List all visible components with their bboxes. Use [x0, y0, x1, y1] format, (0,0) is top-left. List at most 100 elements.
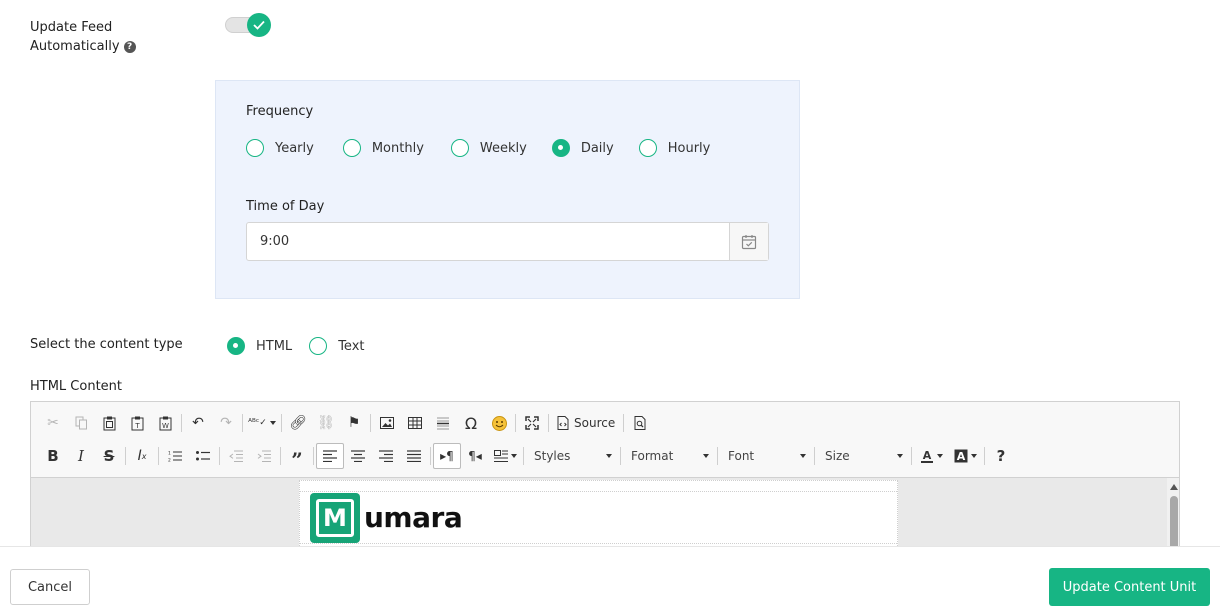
align-right-icon[interactable]	[372, 443, 400, 469]
anchor-flag-icon[interactable]: ⚑	[340, 410, 368, 436]
paste-text-icon[interactable]: T	[123, 410, 151, 436]
cut-icon[interactable]: ✂	[39, 410, 67, 436]
content-type-option-text[interactable]: Text	[309, 337, 364, 355]
auto-update-toggle[interactable]	[225, 13, 271, 37]
remove-format-icon[interactable]: Ix	[128, 443, 156, 469]
strikethrough-icon[interactable]: S	[95, 443, 123, 469]
radio-hourly[interactable]	[638, 139, 657, 157]
special-char-icon[interactable]: Ω	[457, 410, 485, 436]
bold-icon[interactable]: B	[39, 443, 67, 469]
copy-icon[interactable]	[67, 410, 95, 436]
redo-icon[interactable]: ↷	[212, 410, 240, 436]
horizontal-line-icon[interactable]	[429, 410, 457, 436]
source-button[interactable]: Source	[551, 410, 621, 436]
frequency-option-yearly[interactable]: Yearly	[246, 139, 314, 157]
styles-label: Styles	[534, 449, 571, 463]
align-left-icon[interactable]	[316, 443, 344, 469]
spellcheck-icon[interactable]: ᴬᴮᶜ✓	[245, 410, 279, 436]
radio-label-hourly: Hourly	[667, 140, 711, 156]
help-icon[interactable]: ?	[123, 41, 136, 53]
svg-text:A: A	[956, 450, 965, 463]
link-icon[interactable]: 🔗︎	[284, 410, 312, 436]
update-feed-label-text: Automatically	[30, 39, 120, 54]
frequency-option-hourly[interactable]: Hourly	[638, 139, 711, 157]
background-color-glyph: A	[954, 449, 967, 463]
radio-monthly[interactable]	[342, 139, 361, 157]
calendar-check-icon	[741, 234, 757, 249]
blockquote-icon[interactable]: ”	[283, 443, 311, 472]
cancel-button[interactable]: Cancel	[10, 569, 90, 605]
radio-html[interactable]	[227, 337, 245, 355]
radio-label-html: HTML	[256, 338, 293, 354]
toolbar-separator	[430, 447, 431, 465]
emoji-icon[interactable]	[485, 410, 513, 436]
unlink-icon[interactable]: ⛓︎	[312, 410, 340, 436]
preview-icon[interactable]	[626, 410, 654, 436]
radio-label-monthly: Monthly	[371, 140, 424, 156]
radio-text[interactable]	[309, 337, 328, 355]
table-glyph	[408, 417, 422, 429]
size-dropdown[interactable]: Size	[817, 443, 909, 469]
toolbar-separator	[548, 414, 549, 432]
frequency-option-weekly[interactable]: Weekly	[450, 139, 527, 157]
toolbar-separator	[911, 447, 912, 465]
styles-dropdown[interactable]: Styles	[526, 443, 618, 469]
outdent-icon[interactable]	[222, 443, 250, 469]
update-content-unit-button[interactable]: Update Content Unit	[1049, 568, 1210, 606]
time-of-day-input[interactable]: 9:00	[247, 223, 729, 260]
chevron-down-icon	[606, 454, 612, 458]
radio-weekly[interactable]	[450, 139, 469, 157]
logo-text: umara	[364, 501, 463, 534]
radio-label-text: Text	[338, 338, 365, 354]
html-content-label: HTML Content	[30, 379, 123, 394]
text-color-icon[interactable]: A	[914, 443, 948, 469]
italic-icon[interactable]: I	[67, 443, 95, 469]
language-icon[interactable]	[489, 443, 521, 469]
image-icon[interactable]	[373, 410, 401, 436]
numbered-list-icon[interactable]: 12	[161, 443, 189, 469]
content-type-option-html[interactable]: HTML	[227, 337, 292, 355]
toolbar-separator	[523, 447, 524, 465]
maximize-icon[interactable]	[518, 410, 546, 436]
size-label: Size	[825, 449, 850, 463]
toolbar-separator	[219, 447, 220, 465]
calendar-button[interactable]	[729, 223, 768, 260]
text-color-caret	[936, 454, 943, 458]
font-dropdown[interactable]: Font	[720, 443, 812, 469]
align-justify-icon[interactable]	[400, 443, 428, 469]
frequency-option-daily[interactable]: Daily	[551, 139, 614, 157]
check-icon	[253, 20, 265, 30]
toolbar-separator	[281, 414, 282, 432]
maximize-glyph	[525, 416, 539, 430]
font-label: Font	[728, 449, 755, 463]
format-dropdown[interactable]: Format	[623, 443, 715, 469]
svg-text:A: A	[922, 449, 931, 462]
scroll-up-arrow-icon[interactable]	[1170, 484, 1178, 490]
align-center-glyph	[351, 450, 365, 462]
format-label: Format	[631, 449, 674, 463]
rtl-direction-icon[interactable]: ¶◂	[461, 443, 489, 469]
indent-icon[interactable]	[250, 443, 278, 469]
radio-daily[interactable]	[551, 139, 570, 157]
table-icon[interactable]	[401, 410, 429, 436]
toolbar-separator	[280, 447, 281, 465]
paste-icon[interactable]	[95, 410, 123, 436]
chevron-down-icon	[800, 454, 806, 458]
hr-glyph	[437, 417, 449, 430]
help-button[interactable]: ?	[987, 443, 1015, 469]
paste-word-icon[interactable]: W	[151, 410, 179, 436]
align-center-icon[interactable]	[344, 443, 372, 469]
toolbar-separator	[623, 414, 625, 432]
numbered-list-glyph: 12	[168, 451, 182, 462]
outdent-glyph	[229, 450, 243, 462]
ltr-direction-icon[interactable]: ▸¶	[433, 443, 461, 469]
radio-yearly[interactable]	[246, 139, 264, 157]
align-right-glyph	[379, 450, 393, 462]
toolbar-separator	[181, 414, 182, 432]
spellcheck-caret	[269, 421, 276, 425]
bulleted-list-icon[interactable]	[189, 443, 217, 469]
undo-icon[interactable]: ↶	[184, 410, 212, 436]
editor-toolbar-row-2: B I S Ix 12 ” ▸¶ ¶◂ Styles Format Font S…	[39, 442, 1015, 472]
frequency-option-monthly[interactable]: Monthly	[342, 139, 424, 157]
background-color-icon[interactable]: A	[948, 443, 982, 469]
